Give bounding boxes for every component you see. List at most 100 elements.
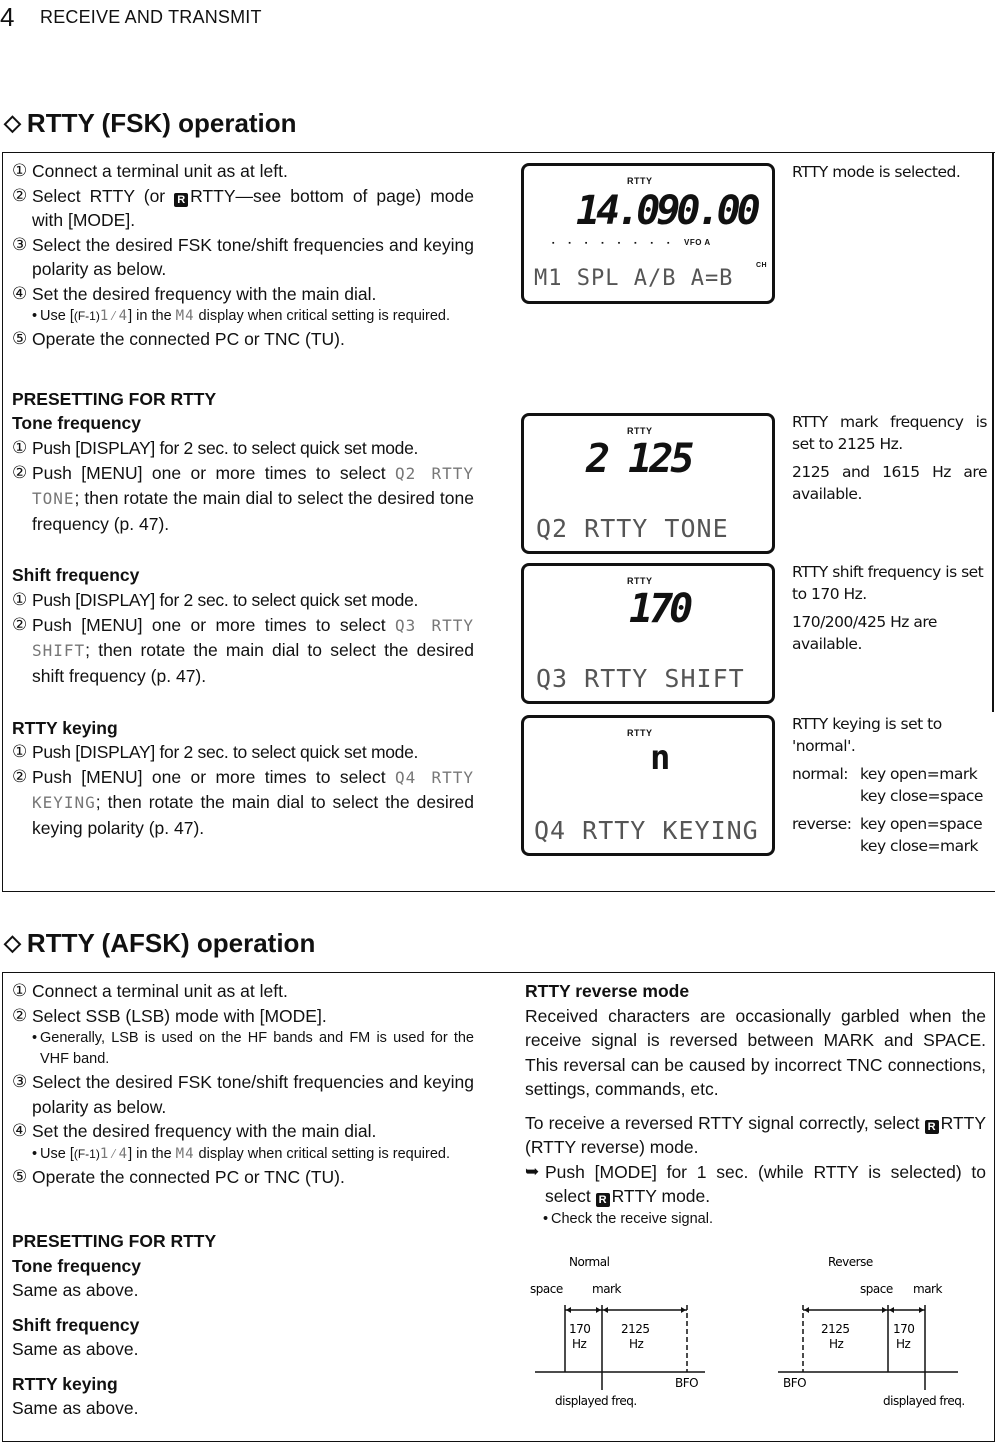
- fsk-title-text: RTTY (FSK) operation: [26, 108, 297, 138]
- caption-line: 170/200/425 Hz are available.: [792, 613, 937, 653]
- normal-title: Normal: [569, 1255, 610, 1269]
- afsk-step-2: ② Select SSB (LSB) mode with [MODE].: [12, 1004, 474, 1029]
- bullet: •: [543, 1210, 549, 1227]
- note-text: Use [: [40, 1145, 74, 1162]
- keying-step-1: ① Push [DISPLAY] for 2 sec. to select qui…: [12, 740, 474, 765]
- step-text: Push [MENU] one or more times to select: [32, 462, 396, 483]
- step-number: ①: [12, 742, 27, 761]
- lcd-display-shift: RTTY 170 Q3 RTTY SHIFT: [521, 563, 775, 704]
- dimension-arrowhead: [804, 1307, 809, 1313]
- normal-mark-label: mark: [592, 1282, 621, 1296]
- afsk-step-3: ③ Select the desired FSK tone/shift frequ…: [12, 1070, 474, 1119]
- normal-diagram: Normal space mark 170 Hz 2125 Hz BFO dis…: [530, 1255, 705, 1408]
- reverse-title: RTTY reverse mode: [525, 981, 690, 1001]
- step-number: ③: [12, 234, 28, 254]
- step-text: Set the desired frequency with the main …: [32, 1121, 377, 1141]
- reverse-para1: Received characters are occasionally gar…: [525, 1005, 986, 1100]
- keying-step-2: ② Push [MENU] one or more times to select…: [12, 765, 474, 841]
- diamond-icon: ◇: [4, 930, 21, 955]
- step-text: Operate the connected PC or TNC (TU).: [32, 329, 345, 349]
- lcd-caption-keying: RTTY keying is set to 'normal'. normal: …: [792, 713, 992, 857]
- lcd-function-row: M1 SPL A/B A=B: [534, 266, 734, 291]
- lcd-mode-label: RTTY: [627, 426, 653, 436]
- afsk-tone-text: Same as above.: [12, 1280, 139, 1300]
- fsk-shift-steps: ① Push [DISPLAY] for 2 sec. to select qui…: [12, 588, 474, 688]
- note-text: ] in the: [128, 1145, 176, 1162]
- reverse-diagram: Reverse space mark 2125 Hz 170 Hz BFO di…: [778, 1255, 965, 1408]
- step-number: ⑤: [12, 329, 28, 348]
- lcd-ch-label: CH: [756, 262, 768, 269]
- reverse-mark-label: mark: [913, 1282, 942, 1296]
- lcd-keying-value: n: [650, 738, 671, 778]
- fsk-note: • Use [(F-1)1⁄4] in the M4 display when c…: [12, 306, 474, 327]
- afsk-presetting: PRESETTING FOR RTTY Tone frequency Same …: [12, 1229, 216, 1421]
- fsk-section-title: ◇ RTTY (FSK) operation: [4, 108, 297, 139]
- fsk-presetting-title: PRESETTING FOR RTTY: [12, 389, 217, 409]
- step-number: ④: [12, 1121, 28, 1140]
- caption-line: RTTY keying is set to 'normal'.: [792, 715, 942, 755]
- step-text: Push [DISPLAY] for 2 sec. to select quic…: [32, 438, 419, 458]
- step-number: ①: [12, 981, 28, 1000]
- reverse-shift-value: 170: [893, 1322, 914, 1336]
- lcd-shift-value: 170: [629, 586, 693, 632]
- note-text: Check the receive signal.: [551, 1210, 713, 1227]
- step-text: ; then rotate the main dial to select th…: [32, 488, 474, 534]
- dimension-arrowhead: [889, 1307, 894, 1313]
- step-number: ②: [12, 1005, 28, 1025]
- lcd-indicator-row: ▪ ▪ ▪ ▪ ▪ ▪ ▪ ▪: [552, 240, 676, 247]
- dimension-arrowhead: [882, 1307, 887, 1313]
- step-number: ②: [12, 614, 28, 634]
- keying-label: normal:: [792, 765, 849, 783]
- dimension-arrowhead: [596, 1307, 601, 1313]
- lcd-frequency: 14.090.00: [576, 188, 761, 234]
- normal-bfo-label: BFO: [675, 1376, 698, 1390]
- lcd-mode-label: RTTY: [627, 728, 653, 738]
- step-text: Select the desired FSK tone/shift freque…: [32, 234, 474, 280]
- reverse-mode-section: RTTY reverse mode Received characters ar…: [525, 979, 986, 1230]
- reverse-r-icon: R: [595, 1193, 610, 1207]
- afsk-shift-title: Shift frequency: [12, 1314, 140, 1335]
- para-text: To receive a reversed RTTY signal correc…: [525, 1112, 925, 1133]
- reverse-r-icon: R: [174, 192, 189, 207]
- reverse-tone-value: 2125: [821, 1322, 850, 1336]
- fsk-step-5: ⑤ Operate the connected PC or TNC (TU).: [12, 327, 474, 352]
- keying-line: key open=space: [860, 815, 983, 833]
- fsk-step-1: ① Connect a terminal unit as at left.: [12, 159, 474, 184]
- fsk-step-2: ② Select RTTY (or R RTTY—see bottom of pag…: [12, 184, 474, 233]
- step-text: Connect a terminal unit as at left.: [32, 161, 288, 181]
- lcd-caption-tone: RTTY mark frequency is set to 2125 Hz. 2…: [792, 411, 988, 505]
- reverse-r-icon: R: [924, 1119, 939, 1134]
- keying-label: reverse:: [792, 815, 852, 833]
- normal-tone-unit: Hz: [629, 1337, 644, 1351]
- normal-tone-value: 2125: [621, 1322, 650, 1336]
- dimension-arrowhead: [566, 1307, 571, 1313]
- step-text: Push [DISPLAY] for 2 sec. to select quic…: [32, 742, 419, 762]
- step-text: ; then rotate the main dial to select th…: [32, 640, 474, 686]
- step-number: ①: [12, 590, 27, 609]
- fsk-shift-title: Shift frequency: [12, 565, 140, 585]
- step-number: ④: [12, 283, 28, 303]
- afsk-title-text: RTTY (AFSK) operation: [26, 928, 316, 958]
- step-text: Select the desired FSK tone/shift freque…: [32, 1072, 474, 1117]
- lcd-display-main: RTTY 14.090.00 ▪ ▪ ▪ ▪ ▪ ▪ ▪ ▪ VFO A CH …: [521, 163, 775, 304]
- afsk-presetting-title: PRESETTING FOR RTTY: [12, 1231, 217, 1251]
- reverse-tone-unit: Hz: [829, 1337, 844, 1351]
- step-number: ②: [12, 766, 28, 786]
- bullet: •: [32, 1030, 38, 1046]
- step-text: Select SSB (LSB) mode with [MODE].: [32, 1005, 327, 1026]
- afsk-step-4: ④ Set the desired frequency with the main…: [12, 1119, 474, 1144]
- keying-reverse: reverse: key open=space key close=mark: [792, 813, 992, 857]
- step-number: ②: [12, 185, 28, 205]
- step-text: Push [DISPLAY] for 2 sec. to select quic…: [32, 590, 419, 610]
- lcd-caption-shift: RTTY shift frequency is set to 170 Hz. 1…: [792, 561, 987, 655]
- reverse-displayed-label: displayed freq.: [883, 1394, 965, 1408]
- tone-step-1: ① Push [DISPLAY] for 2 sec. to select qui…: [12, 436, 474, 461]
- reverse-space-label: space: [860, 1282, 893, 1296]
- shift-step-1: ① Push [DISPLAY] for 2 sec. to select qui…: [12, 588, 474, 613]
- dimension-arrowhead: [603, 1307, 608, 1313]
- lcd-name: M4: [175, 308, 195, 324]
- normal-displayed-label: displayed freq.: [555, 1394, 637, 1408]
- lcd-display-keying: RTTY n Q4 RTTY KEYING: [521, 715, 775, 856]
- lcd-display-tone: RTTY 2 125 Q2 RTTY TONE: [521, 413, 775, 554]
- reverse-check: • Check the receive signal.: [525, 1209, 986, 1230]
